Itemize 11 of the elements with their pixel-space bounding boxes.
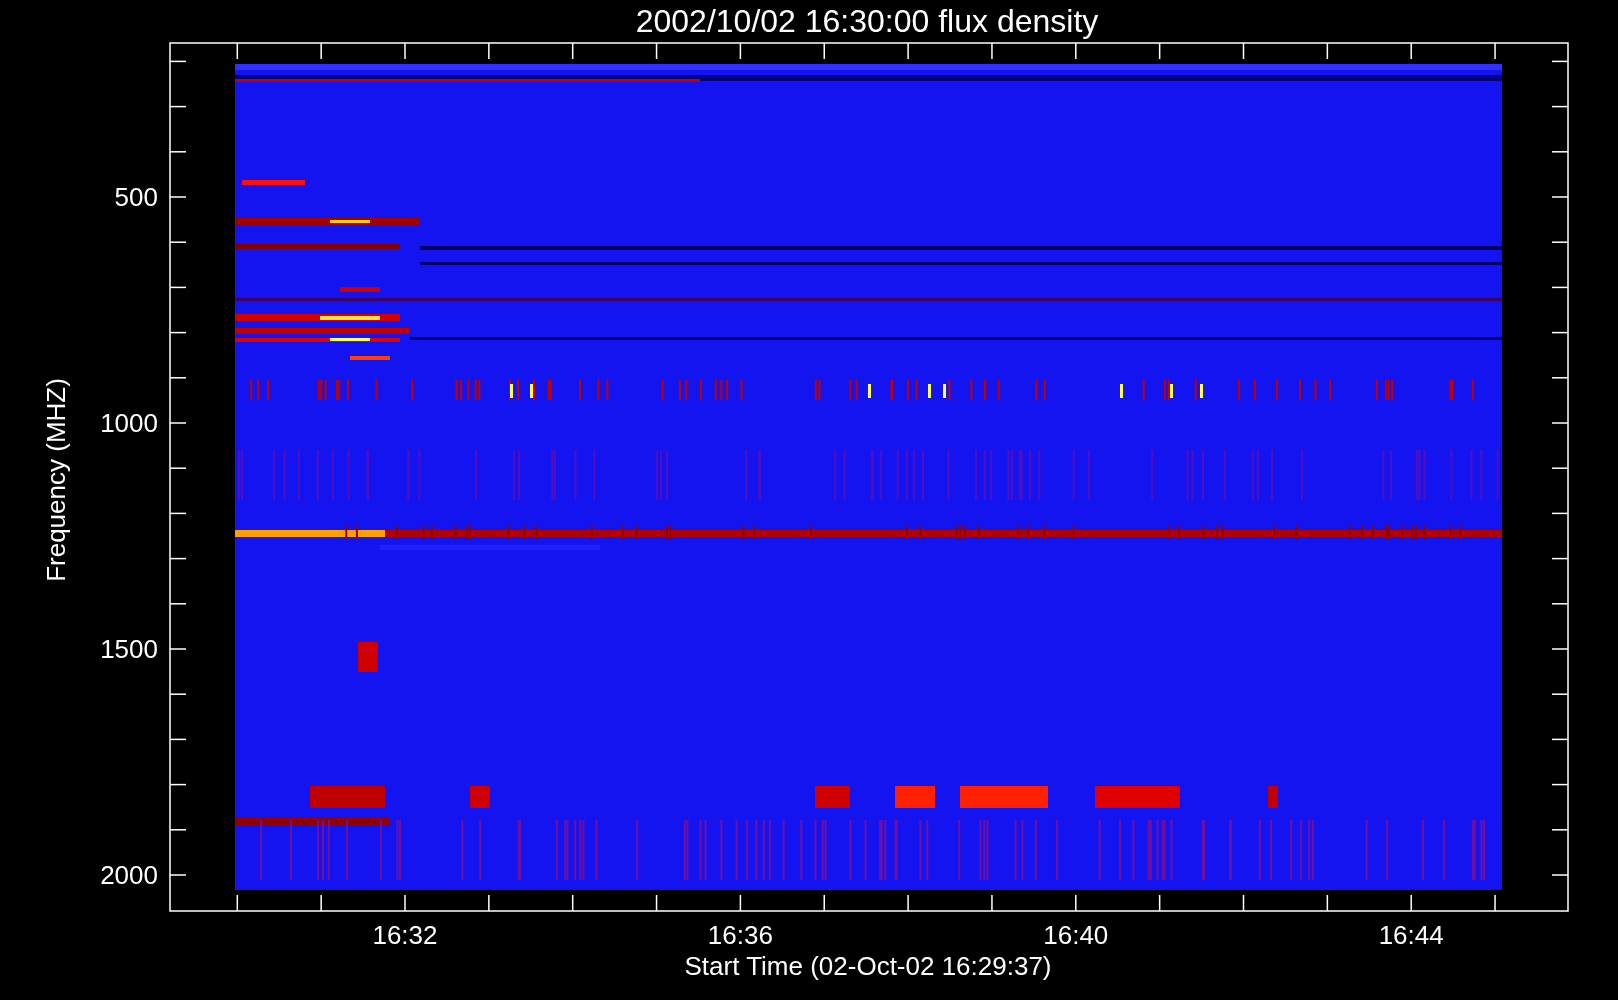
y-tick-label: 1500	[100, 634, 158, 664]
plot-title: 2002/10/02 16:30:00 flux density	[635, 3, 1099, 39]
x-tick-label: 16:44	[1378, 920, 1444, 950]
x-tick-label: 16:32	[372, 920, 438, 950]
x-tick-label: 16:40	[1043, 920, 1109, 950]
x-axis-label: Start Time (02-Oct-02 16:29:37)	[684, 951, 1052, 981]
y-tick-label: 1000	[100, 408, 158, 438]
y-tick-label: 500	[114, 182, 158, 212]
y-tick-label: 2000	[100, 860, 158, 890]
x-tick-label: 16:36	[707, 920, 773, 950]
y-axis-label: Frequency (MHZ)	[41, 378, 71, 582]
